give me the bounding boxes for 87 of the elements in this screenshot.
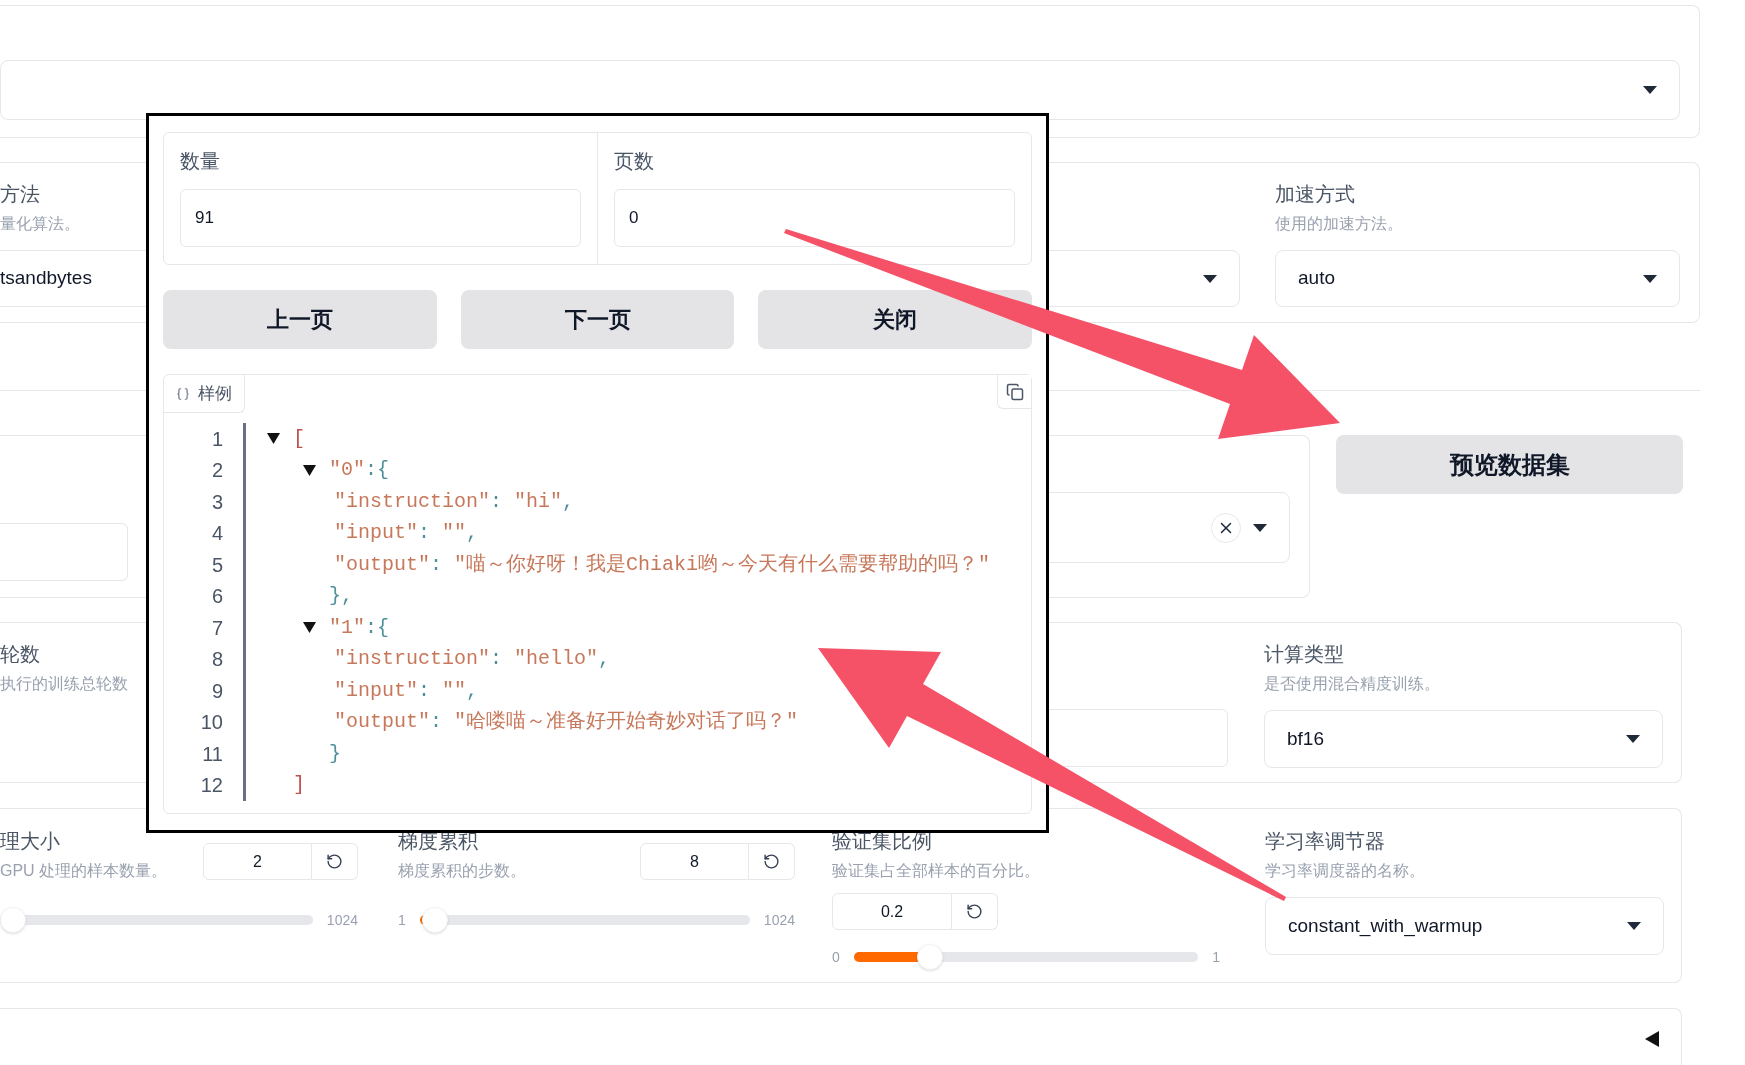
code-line: "instruction": "hello",: [334, 646, 611, 673]
tab-label: 样例: [198, 382, 232, 405]
slider-max: 1024: [763, 910, 795, 930]
slider[interactable]: [853, 944, 1199, 970]
copy-icon: [1005, 382, 1024, 401]
code-line: "output": "喵～你好呀！我是Chiaki哟～今天有什么需要帮助的吗？": [334, 551, 991, 578]
dropdown[interactable]: constant_with_warmup: [1265, 897, 1664, 955]
number-field[interactable]: 0: [614, 189, 1015, 247]
line-number: 9: [210, 678, 223, 704]
code-line: "input": "",: [334, 520, 479, 547]
field-label: 数量: [180, 149, 221, 174]
field-description: 量化算法。: [0, 214, 81, 234]
field-label: 理大小: [0, 829, 61, 854]
number-field[interactable]: 91: [180, 189, 581, 247]
caret-icon: [1643, 86, 1657, 94]
line-number: 2: [210, 458, 223, 484]
caret-icon: [1253, 523, 1267, 532]
code-line: [: [293, 425, 305, 452]
slider-thumb[interactable]: [917, 944, 944, 970]
field-label: 加速方式: [1275, 182, 1356, 207]
line-number: 12: [199, 773, 223, 799]
line-number: 1: [210, 426, 223, 452]
reset-icon: [763, 853, 780, 870]
line-number: 4: [210, 521, 223, 547]
reset-icon: [326, 853, 343, 870]
collapse-icon[interactable]: [1645, 1031, 1659, 1047]
field-label: 轮数: [0, 642, 41, 667]
number-input[interactable]: 0.2: [832, 893, 952, 930]
code-line: }: [329, 740, 341, 767]
field-description: 是否使用混合精度训练。: [1264, 674, 1441, 694]
code-line: "1":{: [329, 614, 390, 641]
field-description: 学习率调度器的名称。: [1265, 861, 1426, 881]
caret-icon: [1627, 922, 1641, 930]
code-line: "instruction": "hi",: [334, 488, 575, 515]
line-number: 5: [210, 552, 223, 578]
slider-min: 1: [398, 910, 406, 930]
slider-thumb[interactable]: [421, 907, 448, 933]
caret-icon: [1643, 274, 1657, 283]
field-description: 验证集占全部样本的百分比。: [832, 861, 1040, 881]
copy-button[interactable]: [997, 375, 1031, 409]
slider-min: 0: [832, 947, 840, 967]
slider-thumb[interactable]: [0, 907, 26, 933]
page-button[interactable]: 上一页: [163, 290, 437, 349]
line-number: 7: [210, 615, 223, 641]
field-label: 计算类型: [1264, 642, 1345, 667]
code-line: },: [329, 583, 353, 610]
code-line: "output": "哈喽喵～准备好开始奇妙对话了吗？": [334, 709, 799, 736]
line-number: 8: [210, 647, 223, 673]
caret-icon: [1626, 735, 1640, 743]
number-input[interactable]: 8: [640, 843, 749, 880]
field-description: 执行的训练总轮数: [0, 674, 129, 694]
reset-button[interactable]: [952, 893, 998, 930]
line-number: 3: [210, 489, 223, 515]
text-field[interactable]: [0, 523, 128, 581]
page-button[interactable]: 关闭: [758, 290, 1032, 349]
field-description: 使用的加速方法。: [1275, 214, 1404, 234]
reset-button[interactable]: [312, 843, 358, 880]
braces-icon: [176, 386, 190, 401]
line-number: 10: [199, 710, 223, 736]
preview-button[interactable]: 预览数据集: [1336, 435, 1683, 494]
code-tab[interactable]: 样例: [164, 375, 245, 413]
field-description: GPU 处理的样本数量。: [0, 861, 168, 881]
field-label: 验证集比例: [832, 829, 933, 854]
code-line: "0":{: [329, 457, 390, 484]
caret-icon[interactable]: [303, 622, 316, 634]
reset-button[interactable]: [749, 843, 795, 880]
field-description: 梯度累积的步数。: [398, 861, 526, 881]
slider-max: 1024: [326, 910, 358, 930]
dropdown[interactable]: [0, 60, 1680, 120]
field-label: 页数: [614, 149, 655, 174]
caret-icon: [1203, 274, 1217, 283]
number-input[interactable]: 2: [203, 843, 312, 880]
slider[interactable]: [419, 907, 750, 933]
reset-icon: [966, 903, 983, 920]
field-label: 方法: [0, 182, 41, 207]
slider[interactable]: [0, 907, 313, 933]
caret-icon[interactable]: [303, 464, 316, 476]
line-number: 11: [201, 741, 223, 767]
caret-icon[interactable]: [267, 433, 280, 445]
code-line: "input": "",: [334, 677, 479, 704]
slider-max: 1: [1212, 947, 1220, 967]
line-number: 6: [210, 584, 223, 610]
page-button[interactable]: 下一页: [460, 290, 735, 349]
field-label: 学习率调节器: [1265, 829, 1386, 854]
dropdown[interactable]: bf16: [1264, 710, 1663, 768]
dropdown[interactable]: auto: [1275, 250, 1680, 307]
code-line: ]: [293, 772, 305, 799]
